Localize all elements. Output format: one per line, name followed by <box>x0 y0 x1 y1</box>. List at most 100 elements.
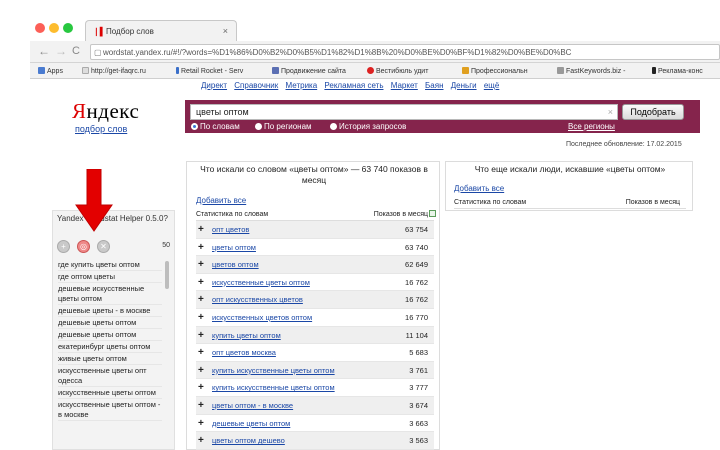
page-icon <box>82 67 89 74</box>
nav-link-metrika[interactable]: Метрика <box>286 81 318 90</box>
keyword-link[interactable]: цветы оптом дешево <box>212 432 285 449</box>
list-item[interactable]: дешевые цветы оптом <box>58 318 162 329</box>
bookmark-item[interactable]: Retail Rocket - Serv <box>176 67 243 75</box>
table-row: + искусственные цветы оптом 16 762 <box>196 274 434 292</box>
add-phrase-icon[interactable]: + <box>198 397 204 414</box>
mode-by-words-radio[interactable]: По словам <box>191 122 240 131</box>
bookmark-item[interactable]: Реклама-конс <box>652 67 703 75</box>
all-regions-link[interactable]: Все регионы <box>568 122 615 131</box>
list-item[interactable]: екатеринбург цветы оптом <box>58 342 162 353</box>
add-phrase-icon[interactable]: + <box>198 415 204 432</box>
add-phrase-icon[interactable]: + <box>198 221 204 238</box>
help-icon[interactable]: ? <box>164 214 168 223</box>
list-item[interactable]: дешевые искусственные цветы оптом <box>58 284 162 305</box>
shows-count: 3 563 <box>409 436 428 446</box>
site-icon <box>462 67 469 74</box>
table-row: + цветы оптом дешево 3 563 <box>196 432 434 450</box>
search-input[interactable]: цветы оптом × <box>190 104 618 120</box>
bookmark-apps[interactable]: Apps <box>38 67 63 75</box>
reload-button[interactable]: C <box>72 45 80 57</box>
keyword-link[interactable]: цветы оптом <box>212 239 256 256</box>
list-item[interactable]: дешевые цветы - в москве <box>58 306 162 317</box>
bookmarks-bar: Apps http://get-ifaqrc.ru Retail Rocket … <box>30 63 720 79</box>
forward-button[interactable]: → <box>55 45 67 57</box>
bookmark-item[interactable]: http://get-ifaqrc.ru <box>82 67 146 75</box>
shows-count: 11 104 <box>405 330 428 340</box>
nav-link-more[interactable]: ещё <box>484 81 499 90</box>
url-text: wordstat.yandex.ru/#!/?words=%D1%86%D0%B… <box>103 48 572 57</box>
bookmark-item[interactable]: Профессиональн <box>462 67 528 75</box>
add-phrase-icon[interactable]: + <box>198 239 204 256</box>
maximize-window-button[interactable] <box>63 23 73 33</box>
keyword-link[interactable]: купить цветы оптом <box>212 327 281 344</box>
nav-link-market[interactable]: Маркет <box>391 81 418 90</box>
export-excel-icon[interactable] <box>429 210 436 217</box>
shows-count: 16 770 <box>405 312 428 322</box>
add-icon[interactable]: + <box>57 240 70 253</box>
yandex-logo[interactable]: Яндекс <box>72 99 139 124</box>
bookmark-item[interactable]: Продвижение сайта <box>272 67 346 75</box>
list-item[interactable]: искусственные цветы оптом <box>58 388 162 399</box>
add-phrase-icon[interactable]: + <box>198 344 204 361</box>
keyword-link[interactable]: купить искусственные цветы оптом <box>212 362 335 379</box>
add-phrase-icon[interactable]: + <box>198 432 204 449</box>
list-item[interactable]: дешевые цветы оптом <box>58 330 162 341</box>
close-window-button[interactable] <box>35 23 45 33</box>
list-item[interactable]: живые цветы оптом <box>58 354 162 365</box>
table-row: + дешевые цветы оптом 3 663 <box>196 415 434 433</box>
nav-link-money[interactable]: Деньги <box>451 81 477 90</box>
nav-link-directory[interactable]: Справочник <box>234 81 278 90</box>
related-queries-table: Что еще искали люди, искавшие «цветы опт… <box>445 161 693 211</box>
shows-count: 3 663 <box>409 418 428 428</box>
back-button[interactable]: ← <box>38 45 50 57</box>
add-all-related-link[interactable]: Добавить все <box>454 184 504 193</box>
add-phrase-icon[interactable]: + <box>198 274 204 291</box>
add-phrase-icon[interactable]: + <box>198 379 204 396</box>
nav-link-ad-network[interactable]: Рекламная сеть <box>324 81 383 90</box>
table-row: + цветы оптом 63 740 <box>196 239 434 257</box>
add-phrase-icon[interactable]: + <box>198 327 204 344</box>
add-phrase-icon[interactable]: + <box>198 309 204 326</box>
copy-icon[interactable]: ◎ <box>77 240 90 253</box>
keyword-link[interactable]: опт цветов москва <box>212 344 276 361</box>
mode-history-radio[interactable]: История запросов <box>330 122 406 131</box>
keyword-link[interactable]: искусственные цветы оптом <box>212 274 310 291</box>
target-icon <box>367 67 374 74</box>
add-all-link[interactable]: Добавить все <box>196 196 246 205</box>
nav-link-bayan[interactable]: Баян <box>425 81 443 90</box>
keyword-link[interactable]: дешевые цветы оптом <box>212 415 290 432</box>
keyword-link[interactable]: цветы оптом - в москве <box>212 397 293 414</box>
wordstat-subtitle-link[interactable]: подбор слов <box>75 124 127 134</box>
table-row: + цветы оптом - в москве 3 674 <box>196 396 434 415</box>
add-phrase-icon[interactable]: + <box>198 256 204 273</box>
list-item[interactable]: где оптом цветы <box>58 272 162 283</box>
minimize-window-button[interactable] <box>49 23 59 33</box>
table-row: + цветов оптом 62 649 <box>196 256 434 274</box>
table-row: + опт цветов 63 754 <box>196 221 434 239</box>
keyword-link[interactable]: искусственных цветов оптом <box>212 309 312 326</box>
bookmark-item[interactable]: Вестибюль удит <box>367 67 428 75</box>
add-phrase-icon[interactable]: + <box>198 291 204 308</box>
tab-close-icon[interactable]: × <box>223 26 228 36</box>
address-bar[interactable]: ▢ wordstat.yandex.ru/#!/?words=%D1%86%D0… <box>90 44 720 60</box>
bookmark-item[interactable]: FastKeywords.biz - <box>557 67 626 75</box>
list-item[interactable]: где купить цветы оптом <box>58 260 162 271</box>
red-arrow-icon <box>75 169 113 232</box>
apps-grid-icon <box>38 67 45 74</box>
keyword-link[interactable]: опт цветов <box>212 221 249 238</box>
keyword-link[interactable]: цветов оптом <box>212 256 259 273</box>
browser-tab[interactable]: ❘▌ Подбор слов × <box>85 20 237 41</box>
column-shows: Показов в месяц <box>625 199 680 206</box>
keyword-link[interactable]: опт искусственных цветов <box>212 291 303 308</box>
submit-button[interactable]: Подобрать <box>622 104 684 120</box>
related-column-headers: Статистика по словам Показов в месяц <box>454 199 686 209</box>
nav-link-direct[interactable]: Директ <box>201 81 227 90</box>
list-item[interactable]: искусственные цветы опт одесса <box>58 366 162 387</box>
add-phrase-icon[interactable]: + <box>198 362 204 379</box>
clear-icon[interactable]: × <box>608 107 613 117</box>
plugin-scrollbar[interactable] <box>165 261 169 289</box>
mode-by-regions-radio[interactable]: По регионам <box>255 122 312 131</box>
list-item[interactable]: искусственные цветы оптом - в москве <box>58 400 162 421</box>
clear-list-icon[interactable]: ✕ <box>97 240 110 253</box>
keyword-link[interactable]: купить искусственные цветы оптом <box>212 379 335 396</box>
